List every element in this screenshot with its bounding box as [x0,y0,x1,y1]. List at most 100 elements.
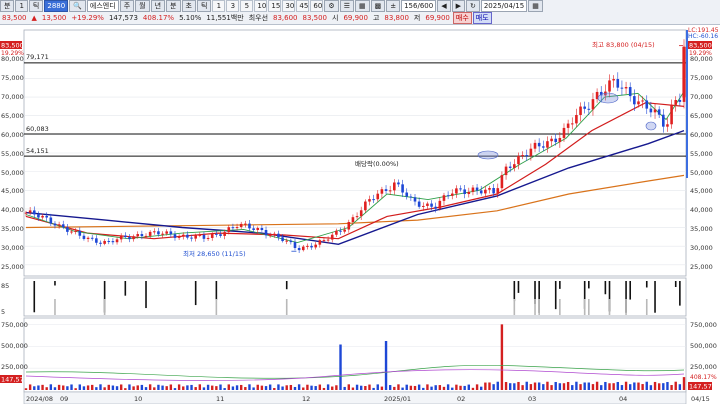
tab-second[interactable]: 초 [181,0,196,12]
interval-3[interactable]: 3 [226,0,240,12]
candle-body[interactable] [264,230,268,236]
candle-body[interactable] [351,217,355,223]
candle-body[interactable] [82,235,86,239]
candle-body[interactable] [496,188,500,194]
candle-body[interactable] [628,87,632,97]
candle-body[interactable] [471,187,475,192]
candle-body[interactable] [144,235,148,237]
candle-body[interactable] [37,214,40,218]
candle-body[interactable] [587,108,591,110]
candle-body[interactable] [86,237,90,239]
candle-body[interactable] [417,201,421,207]
candle-body[interactable] [169,231,173,235]
candle-body[interactable] [231,227,235,229]
candle-body[interactable] [140,234,144,237]
candle-body[interactable] [152,231,156,233]
candle-body[interactable] [434,206,437,209]
candle-body[interactable] [210,233,214,238]
candle-body[interactable] [181,234,185,237]
interval-30[interactable]: 30 [282,0,296,12]
candle-body[interactable] [430,203,433,207]
candle-body[interactable] [517,155,520,165]
candle-body[interactable] [95,238,98,243]
candle-body[interactable] [450,193,454,196]
candle-body[interactable] [343,229,346,232]
candle-body[interactable] [41,215,44,218]
candle-body[interactable] [268,235,272,237]
interval-select[interactable]: 1 [15,0,28,12]
candle-body[interactable] [570,123,574,125]
calendar-icon[interactable]: ▦ [528,0,543,12]
candle-body[interactable] [662,114,665,127]
candle-body[interactable] [583,106,586,109]
pattern-marker[interactable] [645,121,657,131]
candle-body[interactable] [66,227,69,232]
candle-body[interactable] [314,244,317,248]
candle-body[interactable] [32,210,36,215]
interval-60[interactable]: 60 [310,0,324,12]
candle-body[interactable] [173,234,177,238]
candle-body[interactable] [541,146,545,148]
candle-body[interactable] [637,101,640,105]
candle-body[interactable] [198,234,202,236]
candle-body[interactable] [670,104,673,125]
tab-month[interactable]: 월 [135,0,150,12]
date-input[interactable]: 2025/04/15 [480,0,528,12]
candle-body[interactable] [132,236,135,240]
candle-body[interactable] [335,230,338,235]
candle-body[interactable] [657,109,661,115]
candle-body[interactable] [546,141,549,148]
candle-body[interactable] [678,100,682,102]
candle-body[interactable] [136,234,140,237]
candle-body[interactable] [124,235,127,238]
zoom-icon[interactable]: ± [386,0,401,12]
candle-body[interactable] [525,155,529,157]
candle-body[interactable] [484,189,487,194]
candle-body[interactable] [252,228,255,230]
candle-body[interactable] [273,233,276,236]
candle-body[interactable] [500,175,504,189]
signal-pane[interactable] [23,277,687,317]
candle-body[interactable] [161,233,164,235]
candle-body[interactable] [641,100,644,102]
candle-body[interactable] [674,100,678,105]
candle-body[interactable] [107,240,111,242]
candle-body[interactable] [248,223,251,229]
candle-body[interactable] [293,242,297,248]
candle-body[interactable] [223,232,226,236]
interval-10[interactable]: 10 [254,0,268,12]
pattern-marker[interactable] [477,150,499,160]
candle-body[interactable] [347,222,351,230]
candle-body[interactable] [364,201,367,211]
candle-body[interactable] [339,230,342,232]
candle-body[interactable] [359,210,363,217]
candle-body[interactable] [537,142,541,147]
candle-body[interactable] [61,224,65,228]
candle-body[interactable] [289,240,293,243]
candle-body[interactable] [579,106,582,115]
stock-code-input[interactable]: 2880 [44,0,69,12]
candle-body[interactable] [177,236,181,238]
candle-body[interactable] [277,233,280,238]
candle-body[interactable] [463,189,466,195]
candle-body[interactable] [372,199,375,201]
candle-body[interactable] [157,231,160,235]
candle-body[interactable] [45,215,48,218]
candle-body[interactable] [475,187,479,191]
candle-body[interactable] [649,108,653,113]
price-range-scroll-handle[interactable] [686,30,688,178]
candle-body[interactable] [513,164,516,168]
candle-body[interactable] [322,240,326,242]
pattern-marker[interactable] [597,92,619,104]
candle-body[interactable] [384,189,388,191]
candle-body[interactable] [455,188,458,194]
candle-body[interactable] [103,240,106,244]
unit-select[interactable]: 틱 [28,0,44,12]
candle-body[interactable] [301,246,305,251]
candle-body[interactable] [53,223,57,226]
settings-icon[interactable]: ⚙ [324,0,339,12]
candle-body[interactable] [405,192,409,197]
candle-body[interactable] [388,190,392,192]
candle-body[interactable] [206,237,210,239]
candle-body[interactable] [666,124,669,127]
